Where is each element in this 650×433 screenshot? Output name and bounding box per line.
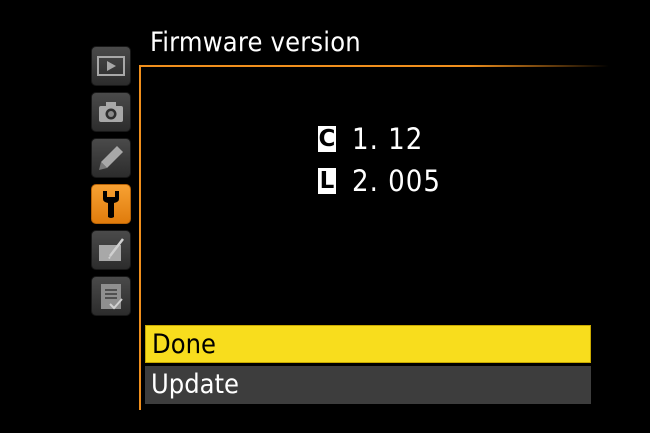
tab-recent-settings[interactable] bbox=[91, 276, 131, 316]
tab-retouch[interactable] bbox=[91, 230, 131, 270]
tab-custom-settings[interactable] bbox=[91, 138, 131, 178]
camera-icon bbox=[96, 99, 126, 125]
firmware-c-badge: C bbox=[318, 126, 336, 152]
title-divider bbox=[139, 65, 609, 67]
content-frame-border bbox=[139, 65, 141, 410]
firmware-l-row: L 2. 005 bbox=[318, 166, 441, 196]
page-title: Firmware version bbox=[150, 27, 361, 58]
done-option[interactable]: Done bbox=[145, 325, 591, 363]
firmware-l-version: 2. 005 bbox=[352, 164, 441, 198]
pencil-icon bbox=[96, 143, 126, 173]
tab-setup[interactable] bbox=[91, 184, 131, 224]
recent-settings-icon bbox=[96, 280, 126, 312]
wrench-icon bbox=[98, 188, 124, 220]
retouch-icon bbox=[96, 236, 126, 264]
update-option[interactable]: Update bbox=[145, 366, 591, 404]
playback-icon bbox=[96, 54, 126, 78]
tab-shooting[interactable] bbox=[91, 92, 131, 132]
tab-playback[interactable] bbox=[91, 46, 131, 86]
firmware-l-badge: L bbox=[318, 168, 336, 194]
firmware-c-version: 1. 12 bbox=[352, 122, 424, 156]
firmware-c-row: C 1. 12 bbox=[318, 124, 423, 154]
camera-menu-screen: Firmware version C 1. 12 L 2. 005 Done U… bbox=[0, 0, 650, 433]
